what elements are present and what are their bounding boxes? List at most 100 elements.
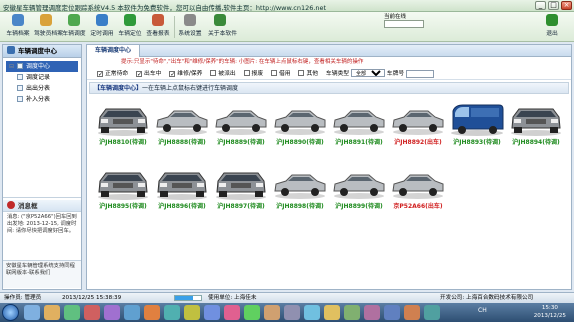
- taskbar-app-icon[interactable]: [224, 305, 240, 320]
- sedan-icon: [215, 110, 267, 135]
- taskbar-app-icon[interactable]: [344, 305, 360, 320]
- vehicle-card[interactable]: 京P52A66(出车): [388, 165, 448, 213]
- car-location-button[interactable]: 车辆定位: [118, 14, 142, 37]
- tray-language[interactable]: CH: [478, 307, 487, 314]
- taskbar-app-icon[interactable]: [64, 305, 80, 320]
- vehicle-plate-label: 沪JH8893(待调): [453, 139, 501, 146]
- vehicle-plate-label: 沪JH8897(待调): [217, 203, 265, 210]
- filter-checkbox[interactable]: ✓ 维修/保养: [169, 68, 202, 80]
- taskbar-app-icon[interactable]: [264, 305, 280, 320]
- suv-icon: [98, 108, 148, 136]
- online-count-field[interactable]: [384, 20, 424, 28]
- taskbar-app-icon[interactable]: [304, 305, 320, 320]
- progress-fill: [175, 296, 194, 300]
- taskbar-app-icon[interactable]: [124, 305, 140, 320]
- location-status: 使用单位: 上海佳未: [208, 295, 257, 301]
- taskbar-clock[interactable]: 15:30 2013/12/25: [534, 304, 566, 320]
- vehicle-plate-label: 沪JH8889(待调): [217, 139, 265, 146]
- sidebar-item-in-table[interactable]: 补入分表: [6, 94, 78, 105]
- timed-call-button[interactable]: 定时调用: [90, 14, 114, 37]
- taskbar-app-icon[interactable]: [424, 305, 440, 320]
- message-box-title: 消息框: [3, 200, 81, 212]
- tab-dispatch-center[interactable]: 车辆调度中心: [87, 45, 141, 57]
- minimize-button[interactable]: _: [535, 1, 546, 10]
- vehicle-card[interactable]: 沪JH8890(待调): [270, 101, 330, 149]
- vehicle-plate-label: 沪JH8890(待调): [276, 139, 324, 146]
- van-icon: [451, 104, 504, 136]
- vehicle-card[interactable]: 沪JH8889(待调): [211, 101, 271, 149]
- taskbar-app-icon[interactable]: [144, 305, 160, 320]
- report-button[interactable]: 查看报表: [146, 14, 170, 37]
- driver-file-button[interactable]: 驾驶员档案: [34, 14, 63, 37]
- maximize-button[interactable]: □: [548, 1, 559, 10]
- taskbar-app-icon[interactable]: [104, 305, 120, 320]
- vehicle-card[interactable]: 沪JH8899(待调): [329, 165, 389, 213]
- taskbar-app-icon[interactable]: [164, 305, 180, 320]
- taskbar-app-icon[interactable]: [404, 305, 420, 320]
- vehicle-type-select[interactable]: 全部: [350, 69, 385, 77]
- company-info: 安徽星车辆管理系统支持同程联网版本-联系我们: [3, 260, 81, 288]
- vehicle-card[interactable]: 沪JH8810(待调): [93, 101, 153, 149]
- taskbar-app-icon[interactable]: [364, 305, 380, 320]
- filter-checkbox[interactable]: 报废: [243, 68, 263, 80]
- sedan-icon: [333, 110, 385, 135]
- taskbar-app-icon[interactable]: [324, 305, 340, 320]
- vehicle-card[interactable]: 沪JH8897(待调): [211, 165, 271, 213]
- dispatch-panel: 车辆调度中心 提示:只显示"待命","出车"和"维修/保养"的车辆: 小图片: …: [86, 44, 572, 290]
- sidebar-item-dispatch-center[interactable]: ⊟ 调度中心: [6, 61, 78, 72]
- car-dispatch-button[interactable]: 车辆调度: [62, 14, 86, 37]
- alert-icon: [7, 201, 15, 209]
- clock-icon: [96, 14, 108, 26]
- filter-checkbox[interactable]: 其他: [298, 68, 318, 80]
- window-title: 安徽星车辆管理调度定位跟踪系统V4.5 本软件为免费软件，您可以自由传播,软件主…: [3, 4, 327, 12]
- exit-button[interactable]: 退出: [540, 14, 564, 37]
- plate-label: 车牌号: [386, 71, 405, 77]
- vehicle-plate-label: 沪JH8899(待调): [335, 203, 383, 210]
- sedan-icon: [392, 110, 444, 135]
- vehicle-card[interactable]: 沪JH8894(待调): [506, 101, 566, 149]
- vehicle-card[interactable]: 沪JH8898(待调): [270, 165, 330, 213]
- vehicle-card[interactable]: 沪JH8895(待调): [93, 165, 153, 213]
- car-file-button[interactable]: 车辆档案: [6, 14, 30, 37]
- filter-checkbox[interactable]: ✓ 出车中: [136, 68, 161, 80]
- filter-checkbox[interactable]: 借用: [271, 68, 291, 80]
- taskbar-app-icon[interactable]: [204, 305, 220, 320]
- vehicle-card[interactable]: 沪JH8893(待调): [447, 101, 507, 149]
- plate-search-input[interactable]: [406, 70, 435, 78]
- sedan-icon: [156, 110, 208, 135]
- message-box: 消息框 消息: ("京P52A66")回车回到出发地: 2013-12-15, …: [3, 198, 81, 260]
- taskbar-app-icon[interactable]: [44, 305, 60, 320]
- taskbar-app-icon[interactable]: [184, 305, 200, 320]
- hint-text: 提示:只显示"待命","出车"和"维修/保养"的车辆: 小图片: 在车辆上点鼠标…: [121, 59, 364, 65]
- taskbar-app-icon[interactable]: [384, 305, 400, 320]
- close-button[interactable]: ×: [561, 1, 572, 10]
- vehicle-card[interactable]: 沪JH8891(待调): [329, 101, 389, 149]
- sidebar-item-dispatch-records[interactable]: 调度记录: [6, 72, 78, 83]
- vehicle-plate-label: 沪JH8894(待调): [512, 139, 560, 146]
- settings-button[interactable]: 系统设置: [178, 14, 202, 37]
- vehicle-card[interactable]: 沪JH8896(待调): [152, 165, 212, 213]
- vehicle-plate-label: 沪JH8892(出车): [394, 139, 442, 146]
- suv-icon: [216, 172, 266, 200]
- folder-icon: [17, 63, 23, 69]
- filter-checkbox[interactable]: ✓ 正常待命: [97, 68, 128, 80]
- filter-checkbox[interactable]: 被派出: [210, 68, 236, 80]
- gear-icon: [184, 14, 196, 26]
- sedan-icon: [274, 174, 326, 199]
- main-toolbar: 车辆档案 驾驶员档案 车辆调度 定时调用 车辆定位 查看报表 系统设置 关于本软…: [0, 12, 574, 42]
- document-icon: [17, 85, 23, 91]
- vehicle-card[interactable]: 沪JH8888(待调): [152, 101, 212, 149]
- vehicle-card[interactable]: 沪JH8892(出车): [388, 101, 448, 149]
- taskbar-app-icon[interactable]: [284, 305, 300, 320]
- sidebar-item-out-table[interactable]: 出出分表: [6, 83, 78, 94]
- sidebar: 车辆调度中心 ⊟ 调度中心 调度记录 出出分表 补入分表 消息框 消息: ("京P…: [2, 44, 82, 290]
- about-button[interactable]: 关于本软件: [208, 14, 237, 37]
- start-button[interactable]: [2, 304, 19, 321]
- document-icon: [17, 74, 23, 80]
- taskbar-app-icon[interactable]: [24, 305, 40, 320]
- section-header: 【车辆调度中心】一在车辆上点鼠标右键进行车辆调度: [89, 82, 569, 94]
- info-icon: [214, 14, 226, 26]
- taskbar-app-icon[interactable]: [244, 305, 260, 320]
- driver-file-icon: [40, 14, 52, 26]
- taskbar-app-icon[interactable]: [84, 305, 100, 320]
